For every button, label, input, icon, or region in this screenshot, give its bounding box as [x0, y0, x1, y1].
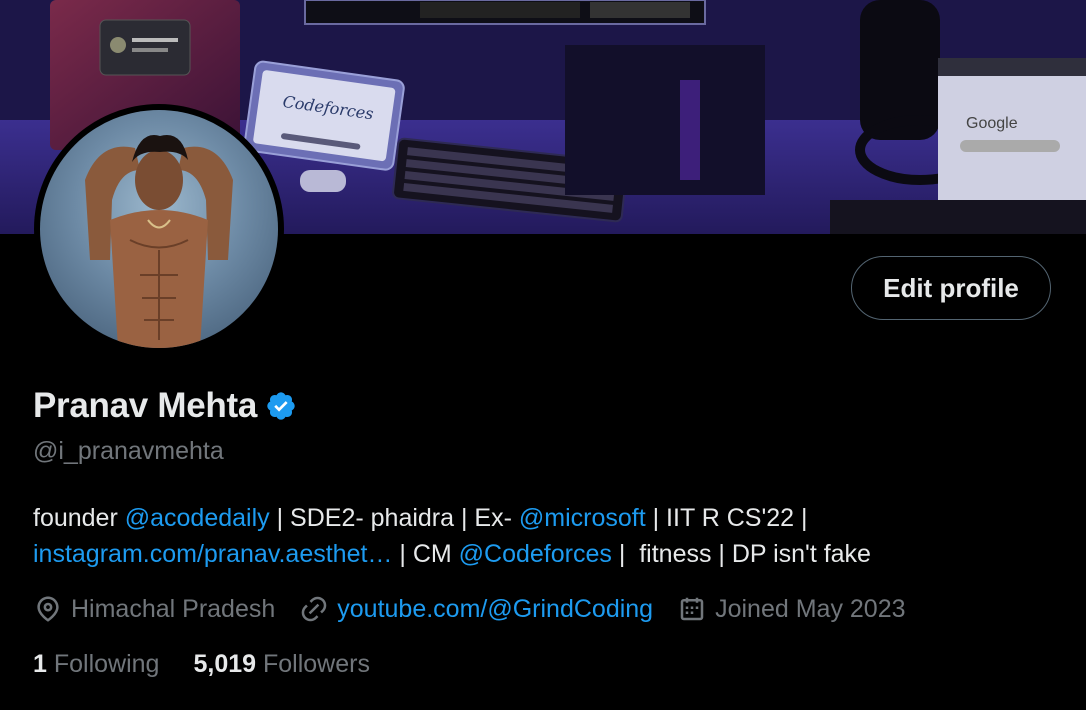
- profile-avatar[interactable]: [34, 104, 284, 354]
- following-count: 1: [33, 650, 47, 678]
- followers-link[interactable]: 5,019 Followers: [193, 650, 370, 679]
- verified-badge-icon[interactable]: [265, 390, 297, 422]
- profile-handle: @i_pranavmehta: [33, 437, 224, 465]
- bio-line-1: founder @acodedaily | SDE2- phaidra | Ex…: [33, 500, 1043, 536]
- instagram-link[interactable]: instagram.com/pranav.aesthet…: [33, 540, 392, 568]
- location-item: Himachal Pradesh: [33, 594, 275, 624]
- profile-name-row: Pranav Mehta: [33, 386, 297, 426]
- location-pin-icon: [37, 596, 59, 622]
- bio-text: | SDE2- phaidra | Ex-: [269, 504, 519, 532]
- profile-stats: 1 Following 5,019 Followers: [33, 650, 404, 679]
- bio-line-2: instagram.com/pranav.aesthet… | CM @Code…: [33, 536, 1043, 572]
- following-link[interactable]: 1 Following: [33, 650, 159, 679]
- edit-profile-button[interactable]: Edit profile: [851, 256, 1051, 320]
- profile-bio: founder @acodedaily | SDE2- phaidra | Ex…: [33, 500, 1043, 572]
- website-link[interactable]: youtube.com/@GrindCoding: [337, 595, 653, 624]
- joined-item: Joined May 2023: [677, 594, 906, 624]
- website-item[interactable]: youtube.com/@GrindCoding: [299, 594, 653, 624]
- avatar-photo: [40, 110, 278, 348]
- calendar-icon: [680, 597, 704, 621]
- following-label: Following: [53, 650, 160, 678]
- mention-acodedaily-link[interactable]: @acodedaily: [125, 504, 270, 532]
- bio-text: founder: [33, 504, 125, 532]
- bio-text: | CM: [392, 540, 459, 568]
- bio-text: | fitness | DP isn't fake: [611, 540, 871, 568]
- mention-codeforces-link[interactable]: @Codeforces: [459, 540, 612, 568]
- location-text: Himachal Pradesh: [71, 594, 276, 623]
- joined-text: Joined May 2023: [715, 594, 906, 623]
- mention-microsoft-link[interactable]: @microsoft: [519, 504, 646, 532]
- profile-meta: Himachal Pradesh youtube.com/@GrindCodin…: [33, 594, 930, 624]
- link-icon: [301, 596, 327, 622]
- profile-name: Pranav Mehta: [33, 386, 257, 425]
- monitor-text: Google: [966, 115, 1018, 132]
- followers-count: 5,019: [193, 650, 257, 678]
- followers-label: Followers: [262, 650, 370, 678]
- bio-text: | IIT R CS'22 |: [645, 504, 808, 532]
